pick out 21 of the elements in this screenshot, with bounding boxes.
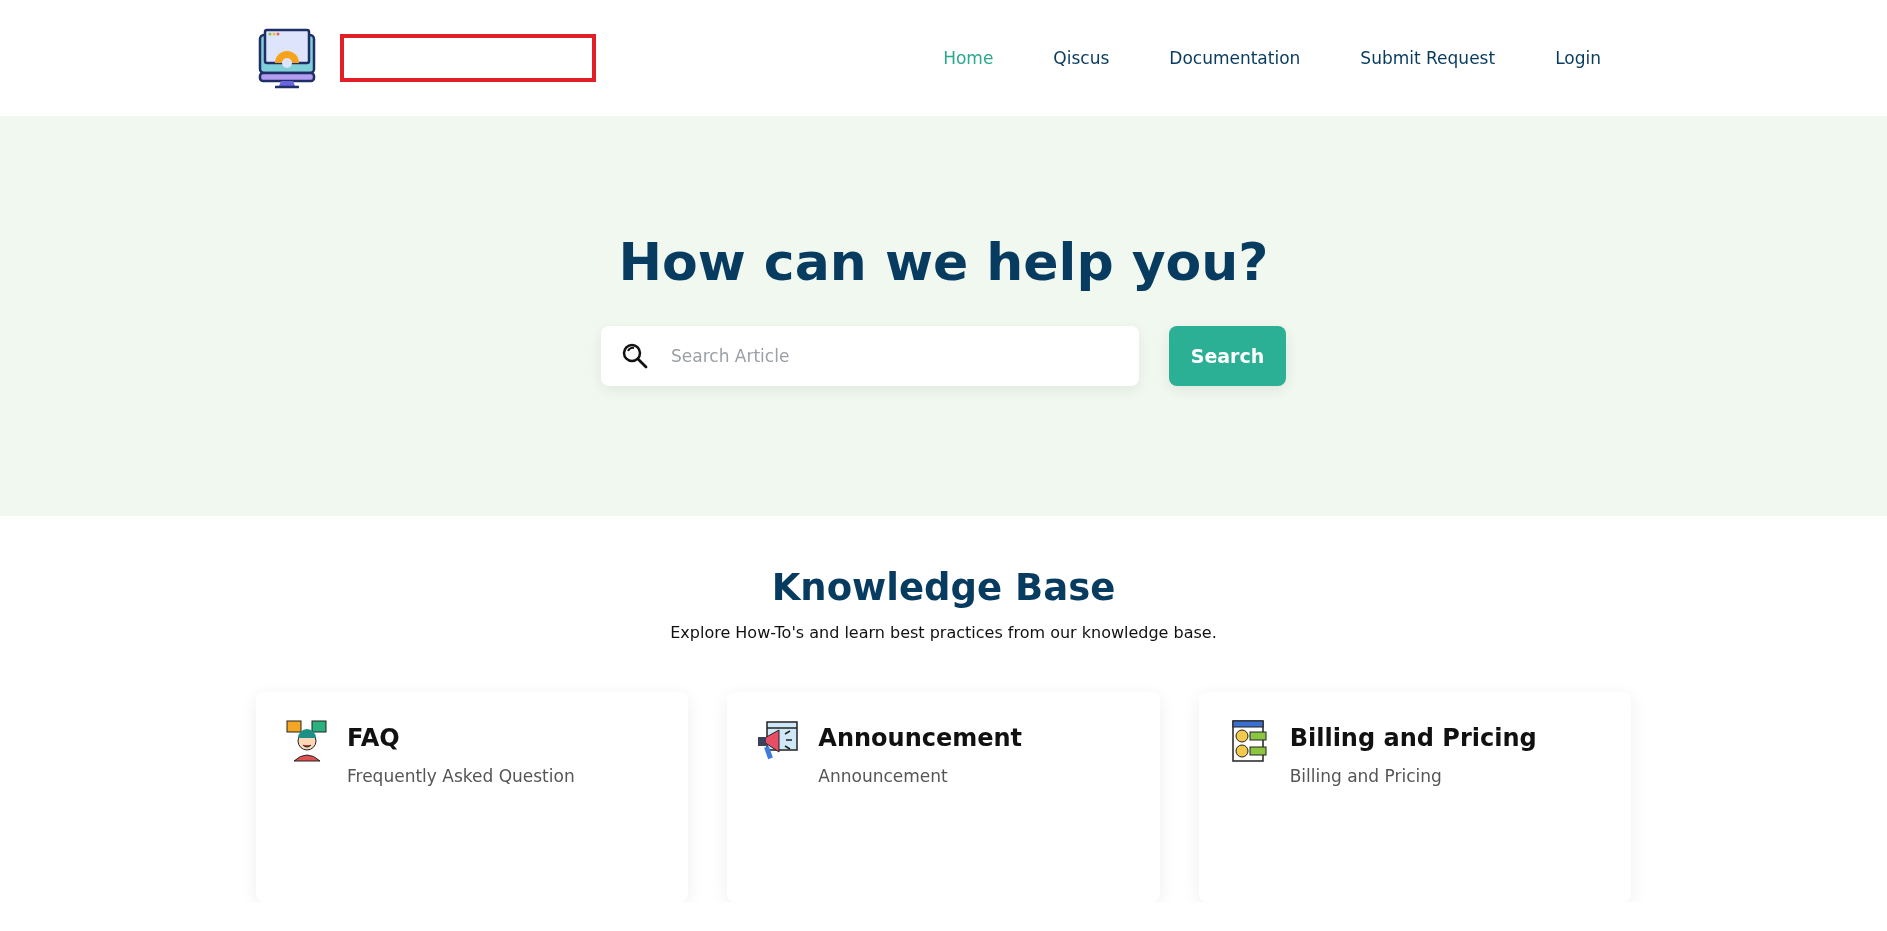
card-description: Frequently Asked Question: [347, 766, 575, 786]
monitor-gear-icon: [256, 27, 318, 89]
card-description: Billing and Pricing: [1289, 766, 1443, 786]
hero-heading: How can we help you?: [617, 232, 1270, 292]
card-title: Announcement: [818, 724, 1023, 752]
megaphone-window-icon: [757, 720, 800, 762]
category-card[interactable]: Announcement Announcement: [727, 692, 1160, 902]
card-description: Announcement: [818, 766, 949, 786]
search-icon: [621, 342, 649, 370]
section-heading: Knowledge Base: [770, 566, 1117, 609]
search-field[interactable]: Search Article: [601, 326, 1139, 386]
category-card[interactable]: Billing and Pricing Billing and Pricing: [1198, 692, 1631, 902]
card-title: FAQ: [347, 724, 401, 752]
category-card[interactable]: FAQ Frequently Asked Question: [256, 692, 689, 902]
section-subtitle: Explore How-To's and learn best practices from our knowledge base.: [669, 623, 1218, 642]
person-speech-bubbles-icon: [286, 720, 328, 762]
nav-link[interactable]: Qiscus: [1053, 48, 1110, 68]
nav-link[interactable]: Login: [1555, 48, 1601, 68]
card-title: Billing and Pricing: [1289, 724, 1537, 752]
nav-link[interactable]: Documentation: [1169, 48, 1301, 68]
nav-link[interactable]: Submit Request: [1360, 48, 1496, 68]
